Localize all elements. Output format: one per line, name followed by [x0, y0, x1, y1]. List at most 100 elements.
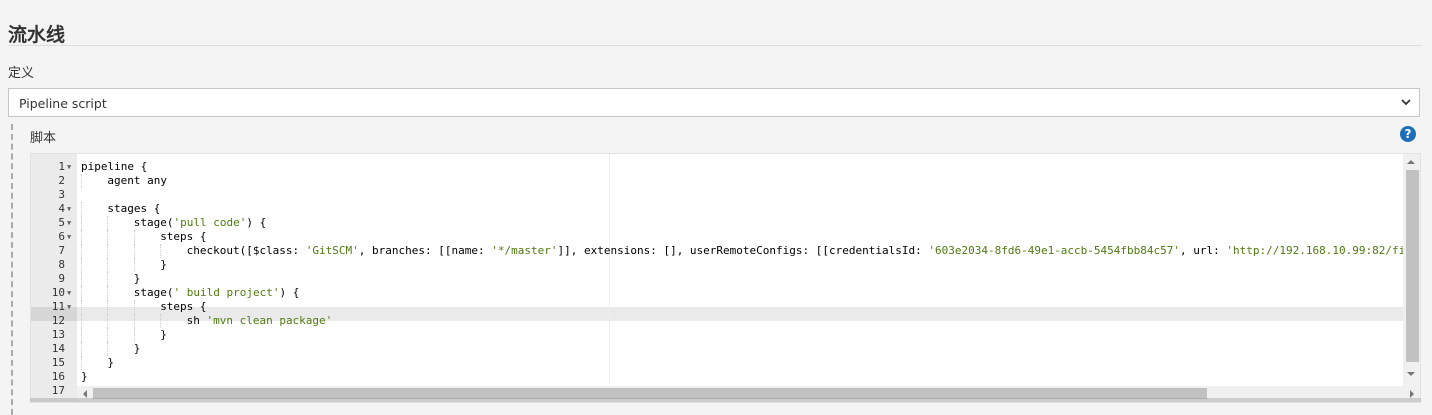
line-number: 9: [58, 272, 65, 285]
code-token: stage(: [133, 216, 174, 229]
code-line[interactable]: 4 ▼ stages {: [31, 202, 1405, 216]
fold-arrow-icon[interactable]: ▼: [67, 300, 75, 314]
code-line[interactable]: 1 ▼ pipeline {: [31, 160, 1405, 174]
line-number: 11: [51, 300, 65, 313]
code-token: steps {: [160, 230, 207, 243]
line-number: 15: [51, 356, 65, 369]
indent-guide: [81, 174, 82, 188]
line-number: 8: [58, 258, 65, 271]
code-token: stages {: [107, 202, 161, 215]
indent-guide: [81, 216, 82, 230]
indent-guide: [81, 300, 82, 314]
code-lines[interactable]: 1 ▼ pipeline {2 agent any 3 4 ▼ stages {5 ▼ stage…: [31, 154, 1412, 397]
vertical-scrollbar[interactable]: [1403, 154, 1420, 386]
script-editor[interactable]: 1 ▼ pipeline {2 agent any 3 4 ▼ stages {5 ▼ stage…: [30, 153, 1421, 403]
help-icon[interactable]: ?: [1400, 126, 1416, 142]
code-line[interactable]: 8}: [31, 258, 1405, 272]
code-text: steps {: [160, 300, 206, 314]
code-text: sh 'mvn clean package': [187, 314, 333, 328]
code-token: }: [81, 370, 88, 383]
line-number: 6: [58, 230, 65, 243]
code-text: stage('pull code') {: [134, 216, 266, 230]
code-token: }: [133, 272, 141, 285]
section-title: 流水线: [8, 24, 66, 46]
code-text: checkout([$class: 'GitSCM', branches: [[…: [187, 244, 1412, 258]
code-text: }: [107, 356, 114, 370]
code-token: , url:: [1180, 244, 1227, 257]
scroll-left-arrow-icon[interactable]: [83, 390, 87, 398]
indent-guide: [133, 314, 135, 328]
code-line[interactable]: 10 ▼ stage(' build project') {: [31, 286, 1405, 300]
indent-guide: [107, 272, 109, 286]
code-line[interactable]: 12 sh 'mvn clean package': [31, 314, 1405, 328]
string-token: 'GitSCM': [305, 244, 359, 257]
indent-guide: [160, 244, 162, 258]
code-text: pipeline {: [81, 160, 147, 174]
line-number: 14: [51, 342, 65, 355]
indent-guide: [107, 244, 109, 258]
chevron-down-icon: [1401, 99, 1411, 106]
definition-select[interactable]: Pipeline script: [8, 88, 1420, 117]
section-divider: [8, 45, 1422, 46]
code-line[interactable]: 5 ▼ stage('pull code') {: [31, 216, 1405, 230]
code-line[interactable]: 11 ▼ steps {: [31, 300, 1405, 314]
nesting-guide: [11, 124, 13, 415]
code-line[interactable]: 3: [31, 188, 1405, 202]
indent-guide: [81, 286, 82, 300]
code-line[interactable]: 16}: [31, 370, 1405, 384]
line-number: 1: [58, 160, 65, 173]
code-token: }: [107, 356, 115, 369]
line-number: 17: [51, 384, 65, 397]
vertical-scroll-thumb[interactable]: [1406, 170, 1419, 362]
script-label: 脚本: [30, 131, 57, 146]
code-line[interactable]: 7 checkout([$class: 'GitSCM', branches: […: [31, 244, 1412, 258]
definition-select-value: Pipeline script: [19, 96, 107, 111]
code-token: , branches: [[name:: [358, 244, 492, 257]
line-number: 2: [58, 174, 65, 187]
code-token: steps {: [160, 300, 207, 313]
line-number: 10: [51, 286, 65, 299]
indent-guide: [107, 258, 109, 272]
line-number: 12: [51, 314, 65, 327]
code-token: }: [160, 258, 167, 271]
code-text: }: [134, 342, 141, 356]
indent-guide: [107, 286, 109, 300]
indent-guide: [81, 314, 82, 328]
scroll-down-arrow-icon[interactable]: [1407, 372, 1415, 376]
code-line[interactable]: 2 agent any: [31, 174, 1405, 188]
scroll-right-arrow-icon[interactable]: [1410, 390, 1414, 398]
indent-guide: [133, 258, 135, 272]
editor-resize-bar[interactable]: [30, 398, 1421, 402]
code-text: }: [134, 272, 141, 286]
indent-guide: [107, 230, 109, 244]
code-line[interactable]: 9}: [31, 272, 1405, 286]
indent-guide: [81, 272, 82, 286]
fold-arrow-icon[interactable]: ▼: [67, 286, 75, 300]
fold-arrow-icon[interactable]: ▼: [67, 160, 75, 174]
indent-guide: [81, 342, 82, 356]
code-line[interactable]: 15}: [31, 356, 1405, 370]
line-number: 5: [58, 216, 65, 229]
definition-label: 定义: [8, 66, 35, 81]
indent-guide: [81, 202, 82, 216]
indent-guide: [81, 258, 82, 272]
indent-guide: [107, 216, 109, 230]
code-line[interactable]: 6 ▼ steps {: [31, 230, 1405, 244]
code-token: agent any: [107, 174, 167, 187]
code-token: }: [160, 328, 167, 341]
code-token: stage(: [133, 286, 174, 299]
fold-arrow-icon[interactable]: ▼: [67, 202, 75, 216]
scroll-up-arrow-icon[interactable]: [1407, 160, 1415, 164]
line-number: 16: [51, 370, 65, 383]
indent-guide: [81, 328, 82, 342]
fold-arrow-icon[interactable]: ▼: [67, 216, 75, 230]
code-token: }: [133, 342, 141, 355]
indent-guide: [133, 328, 135, 342]
code-line[interactable]: 13}: [31, 328, 1405, 342]
code-token: ) {: [279, 286, 300, 299]
indent-guide: [107, 314, 109, 328]
code-line[interactable]: 14}: [31, 342, 1405, 356]
fold-arrow-icon[interactable]: ▼: [67, 230, 75, 244]
string-token: 'http://192.168.10.99:82/fir: [1226, 244, 1412, 257]
line-number: 4: [58, 202, 65, 215]
